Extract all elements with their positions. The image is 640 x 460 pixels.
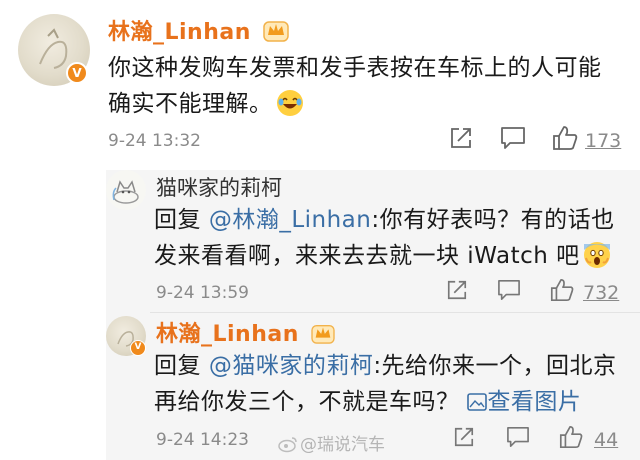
- reply-time: 9-24 13:59: [156, 283, 249, 303]
- reply-author[interactable]: 林瀚_Linhan: [156, 316, 335, 350]
- like-icon[interactable]: [551, 124, 579, 156]
- watermark-text: @瑞说汽车: [300, 435, 385, 455]
- comment-author[interactable]: 林瀚_Linhan: [108, 14, 289, 48]
- share-icon[interactable]: [449, 126, 473, 154]
- reply-text-line1-rest: :先给你来一个，回北京: [373, 353, 617, 379]
- reply-text-line1: 回复 @林瀚_Linhan:你有好表吗？有的话也: [154, 202, 615, 238]
- reply-text: 回复 @林瀚_Linhan:你有好表吗？有的话也 发来看看啊，来来去去就一块 i…: [154, 202, 615, 274]
- view-image-label[interactable]: 查看图片: [487, 389, 581, 415]
- author-name[interactable]: 林瀚_Linhan: [108, 20, 251, 45]
- reply-text-line1-rest: :你有好表吗？有的话也: [371, 207, 615, 233]
- author-name[interactable]: 林瀚_Linhan: [156, 322, 299, 347]
- reply-prefix: 回复: [154, 353, 201, 379]
- vip-crown-icon: [311, 322, 335, 350]
- share-icon[interactable]: [453, 426, 475, 452]
- reply-text-line2: 发来看看啊，来来去去就一块 iWatch 吧: [154, 238, 615, 274]
- like-count[interactable]: 173: [585, 130, 621, 152]
- laughing-tears-emoji: [276, 90, 303, 116]
- vip-crown-icon: [263, 18, 289, 48]
- like-icon[interactable]: [549, 277, 575, 307]
- reply-author[interactable]: 猫咪家的莉柯: [156, 172, 282, 202]
- verified-badge-icon: V: [66, 62, 88, 84]
- mention-link[interactable]: @猫咪家的莉柯: [209, 353, 374, 379]
- reply-text-line2: 再给你发三个，不就是车吗？ 查看图片: [154, 384, 617, 422]
- reply-text: 回复 @猫咪家的莉柯:先给你来一个，回北京 再给你发三个，不就是车吗？ 查看图片: [154, 348, 617, 422]
- like-count[interactable]: 732: [583, 282, 619, 304]
- reply-divider: [150, 312, 640, 313]
- like-icon[interactable]: [558, 424, 584, 454]
- like-count[interactable]: 44: [594, 429, 618, 451]
- reply-time: 9-24 14:23: [156, 430, 249, 450]
- comment-text-line2: 确实不能理解。: [108, 86, 602, 122]
- reply-text-line1: 回复 @猫咪家的莉柯:先给你来一个，回北京: [154, 348, 617, 384]
- comment-icon[interactable]: [506, 426, 530, 452]
- comment-text-line1: 你这种发购车发票和发手表按在车标上的人可能: [108, 55, 602, 81]
- reply-prefix: 回复: [154, 207, 201, 233]
- reply-text-line2-text: 再给你发三个，不就是车吗？: [154, 389, 460, 415]
- comment-icon[interactable]: [497, 279, 521, 305]
- reply-text-line2-text: 发来看看啊，来来去去就一块 iWatch 吧: [154, 243, 580, 269]
- weibo-logo-icon: [278, 435, 298, 458]
- comment-text: 你这种发购车发票和发手表按在车标上的人可能 确实不能理解。: [108, 50, 602, 122]
- cat-drawing-icon: [112, 180, 139, 204]
- comment-text-line2-text: 确实不能理解。: [108, 91, 273, 117]
- view-image-link[interactable]: 查看图片: [467, 389, 581, 415]
- mention-link[interactable]: @林瀚_Linhan: [209, 207, 372, 233]
- avatar-likke[interactable]: [106, 170, 146, 210]
- screaming-face-emoji: [583, 242, 610, 268]
- image-icon: [467, 386, 488, 422]
- source-watermark: @瑞说汽车: [278, 430, 385, 458]
- verified-badge-icon: V: [130, 340, 146, 356]
- comment-time: 9-24 13:32: [108, 131, 201, 151]
- comment-icon[interactable]: [500, 126, 526, 154]
- share-icon[interactable]: [446, 279, 468, 305]
